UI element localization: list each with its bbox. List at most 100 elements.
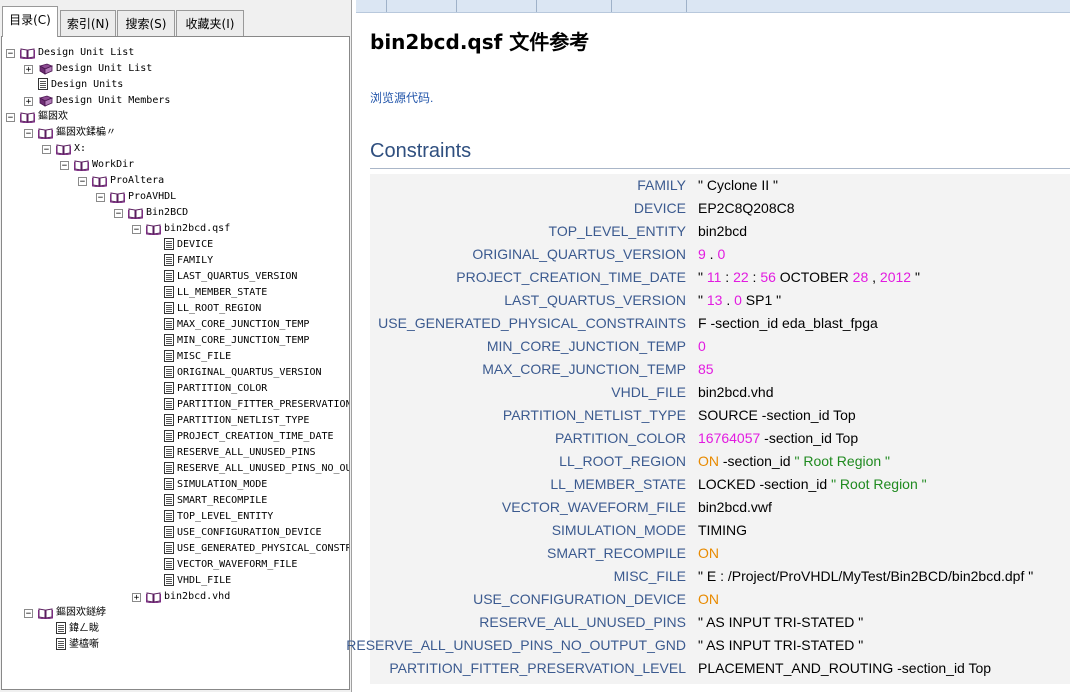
constraint-key: VECTOR_WAVEFORM_FILE — [501, 499, 686, 515]
tree-item[interactable]: FAMILY — [164, 253, 213, 269]
tree-expander-collapse[interactable]: − — [96, 193, 105, 203]
tree-item[interactable]: PARTITION_COLOR — [164, 381, 267, 397]
page-icon — [164, 478, 174, 490]
tree-item-label: PROJECT_CREATION_TIME_DATE — [177, 431, 334, 442]
tree-item[interactable]: DEVICE — [164, 237, 213, 253]
tree-item[interactable]: PARTITION_FITTER_PRESERVATION_LEVEL — [164, 397, 349, 413]
tree-item[interactable]: SIMULATION_MODE — [164, 477, 267, 493]
constraint-value-token: " AS INPUT TRI-STATED " — [698, 637, 864, 653]
constraint-value-token: . — [705, 246, 718, 262]
tree-item[interactable]: bin2bcd.vhd — [146, 589, 230, 605]
constraint-row: TOP_LEVEL_ENTITY bin2bcd — [370, 220, 1070, 243]
tree-item-label: MIN_CORE_JUNCTION_TEMP — [177, 335, 310, 346]
constraint-value-token: " Root Region " — [831, 476, 927, 492]
tree-item-label: TOP_LEVEL_ENTITY — [177, 511, 274, 522]
tree-item[interactable]: Design Units — [38, 77, 123, 93]
tree-item[interactable]: PARTITION_NETLIST_TYPE — [164, 413, 309, 429]
tree-item[interactable]: Design Unit List — [38, 61, 152, 77]
contents-tree[interactable]: − Design Unit List + Design Unit List Design… — [1, 36, 350, 690]
tree-item[interactable]: 鏂囦欢鐩綍 — [38, 605, 106, 621]
constraint-row: RESERVE_ALL_UNUSED_PINS " AS INPUT TRI-ST… — [370, 611, 1070, 634]
constraint-value: " 11 : 22 : 56 OCTOBER 28 , 2012 " — [698, 266, 920, 289]
constraint-row: MAX_CORE_JUNCTION_TEMP 85 — [370, 358, 1070, 381]
tree-item[interactable]: VECTOR_WAVEFORM_FILE — [164, 557, 297, 573]
tree-item[interactable]: 鏂囦欢鍒楄〃 — [38, 125, 116, 141]
tree-item[interactable]: Design Unit List — [20, 45, 134, 61]
constraint-value-token: 22 — [733, 269, 749, 285]
tree-item[interactable]: RESERVE_ALL_UNUSED_PINS_NO_OUTPUT_GND — [164, 461, 349, 477]
constraint-key: PARTITION_FITTER_PRESERVATION_LEVEL — [389, 660, 686, 676]
tree-expander-collapse[interactable]: − — [78, 177, 87, 187]
tree-item[interactable]: TOP_LEVEL_ENTITY — [164, 509, 273, 525]
page-icon — [164, 398, 174, 410]
page-icon — [164, 446, 174, 458]
tree-item[interactable]: 鍙橀噺 — [56, 637, 99, 653]
constraint-value: " E : /Project/ProVHDL/MyTest/Bin2BCD/bi… — [698, 565, 1033, 588]
tab-2[interactable]: 搜索(S) — [117, 10, 175, 36]
tree-item[interactable]: ProAltera — [92, 173, 164, 189]
tree-item-label: PARTITION_FITTER_PRESERVATION_LEVEL — [177, 399, 349, 410]
closed-book-icon — [38, 95, 54, 107]
tree-item[interactable]: LL_MEMBER_STATE — [164, 285, 267, 301]
tree-expander-collapse[interactable]: − — [6, 113, 15, 123]
tree-item[interactable]: RESERVE_ALL_UNUSED_PINS — [164, 445, 315, 461]
constraint-key: TOP_LEVEL_ENTITY — [548, 223, 686, 239]
tree-expander-expand[interactable]: + — [132, 593, 141, 603]
tab-0[interactable]: 目录(C) — [2, 6, 58, 37]
constraint-value-token: 56 — [760, 269, 776, 285]
tree-item[interactable]: PROJECT_CREATION_TIME_DATE — [164, 429, 334, 445]
tree-item-label: bin2bcd.qsf — [164, 223, 231, 234]
constraint-row: MISC_FILE " E : /Project/ProVHDL/MyTest/B… — [370, 565, 1070, 588]
navigation-pane: 目录(C) 索引(N) 搜索(S) 收藏夹(I) − Design Unit List +… — [0, 0, 352, 692]
tree-item-label: ProAVHDL — [128, 191, 177, 202]
tree-expander-collapse[interactable]: − — [132, 225, 141, 235]
tree-item-label: VECTOR_WAVEFORM_FILE — [177, 559, 298, 570]
constraint-value-token: -section_id Top — [760, 430, 859, 446]
constraint-value: F -section_id eda_blast_fpga — [698, 312, 878, 335]
tree-item[interactable]: 鍏ㄥ眬 — [56, 621, 99, 637]
tree-item[interactable]: USE_CONFIGURATION_DEVICE — [164, 525, 322, 541]
tree-expander-collapse[interactable]: − — [24, 609, 33, 619]
constraint-value: " Cyclone II " — [698, 174, 778, 197]
tree-expander-expand[interactable]: + — [24, 65, 33, 75]
view-source-link[interactable]: 浏览源代码. — [370, 89, 433, 106]
constraint-key: MIN_CORE_JUNCTION_TEMP — [486, 338, 686, 354]
open-book-icon — [146, 591, 161, 604]
page-icon — [38, 78, 48, 90]
constraint-key: SMART_RECOMPILE — [547, 545, 686, 561]
tree-expander-collapse[interactable]: − — [24, 129, 33, 139]
tree-item[interactable]: 鏂囦欢 — [20, 109, 68, 125]
tree-item[interactable]: LAST_QUARTUS_VERSION — [164, 269, 297, 285]
tree-item-label: 鏂囦欢 — [38, 111, 68, 122]
tree-item[interactable]: bin2bcd.qsf — [146, 221, 230, 237]
tree-item[interactable]: Bin2BCD — [128, 205, 188, 221]
tree-item[interactable]: VHDL_FILE — [164, 573, 231, 589]
tree-item[interactable]: Design Unit Members — [38, 93, 170, 109]
constraint-value-token: bin2bcd.vhd — [698, 384, 774, 400]
tab-3[interactable]: 收藏夹(I) — [176, 10, 244, 36]
tree-expander-collapse[interactable]: − — [42, 145, 51, 155]
tree-item[interactable]: USE_GENERATED_PHYSICAL_CONSTRAINTS — [164, 541, 349, 557]
constraint-value-token: " E : /Project/ProVHDL/MyTest/Bin2BCD/bi… — [698, 568, 1034, 584]
tree-expander-expand[interactable]: + — [24, 97, 33, 107]
tree-item[interactable]: ORIGINAL_QUARTUS_VERSION — [164, 365, 322, 381]
tree-item[interactable]: MISC_FILE — [164, 349, 231, 365]
constraint-value: 16764057 -section_id Top — [698, 427, 858, 450]
tree-item[interactable]: ProAVHDL — [110, 189, 176, 205]
tree-item[interactable]: WorkDir — [74, 157, 134, 173]
tree-item[interactable]: MIN_CORE_JUNCTION_TEMP — [164, 333, 309, 349]
tree-item[interactable]: MAX_CORE_JUNCTION_TEMP — [164, 317, 309, 333]
tab-1[interactable]: 索引(N) — [60, 10, 116, 36]
tree-item[interactable]: LL_ROOT_REGION — [164, 301, 261, 317]
constraint-row: PARTITION_NETLIST_TYPE SOURCE -section_id… — [370, 404, 1070, 427]
constraint-row: RESERVE_ALL_UNUSED_PINS_NO_OUTPUT_GND " A… — [346, 634, 1070, 657]
constraint-value: TIMING — [698, 519, 747, 542]
tree-expander-collapse[interactable]: − — [60, 161, 69, 171]
tree-item[interactable]: SMART_RECOMPILE — [164, 493, 267, 509]
tree-expander-collapse[interactable]: − — [6, 49, 15, 59]
tree-item-label: MISC_FILE — [177, 351, 232, 362]
tree-item[interactable]: X: — [56, 141, 86, 157]
tree-expander-collapse[interactable]: − — [114, 209, 123, 219]
constraint-value-token: 9 — [698, 246, 706, 262]
content-pane: bin2bcd.qsf 文件参考 浏览源代码. Constraints FAMI… — [346, 0, 1070, 692]
